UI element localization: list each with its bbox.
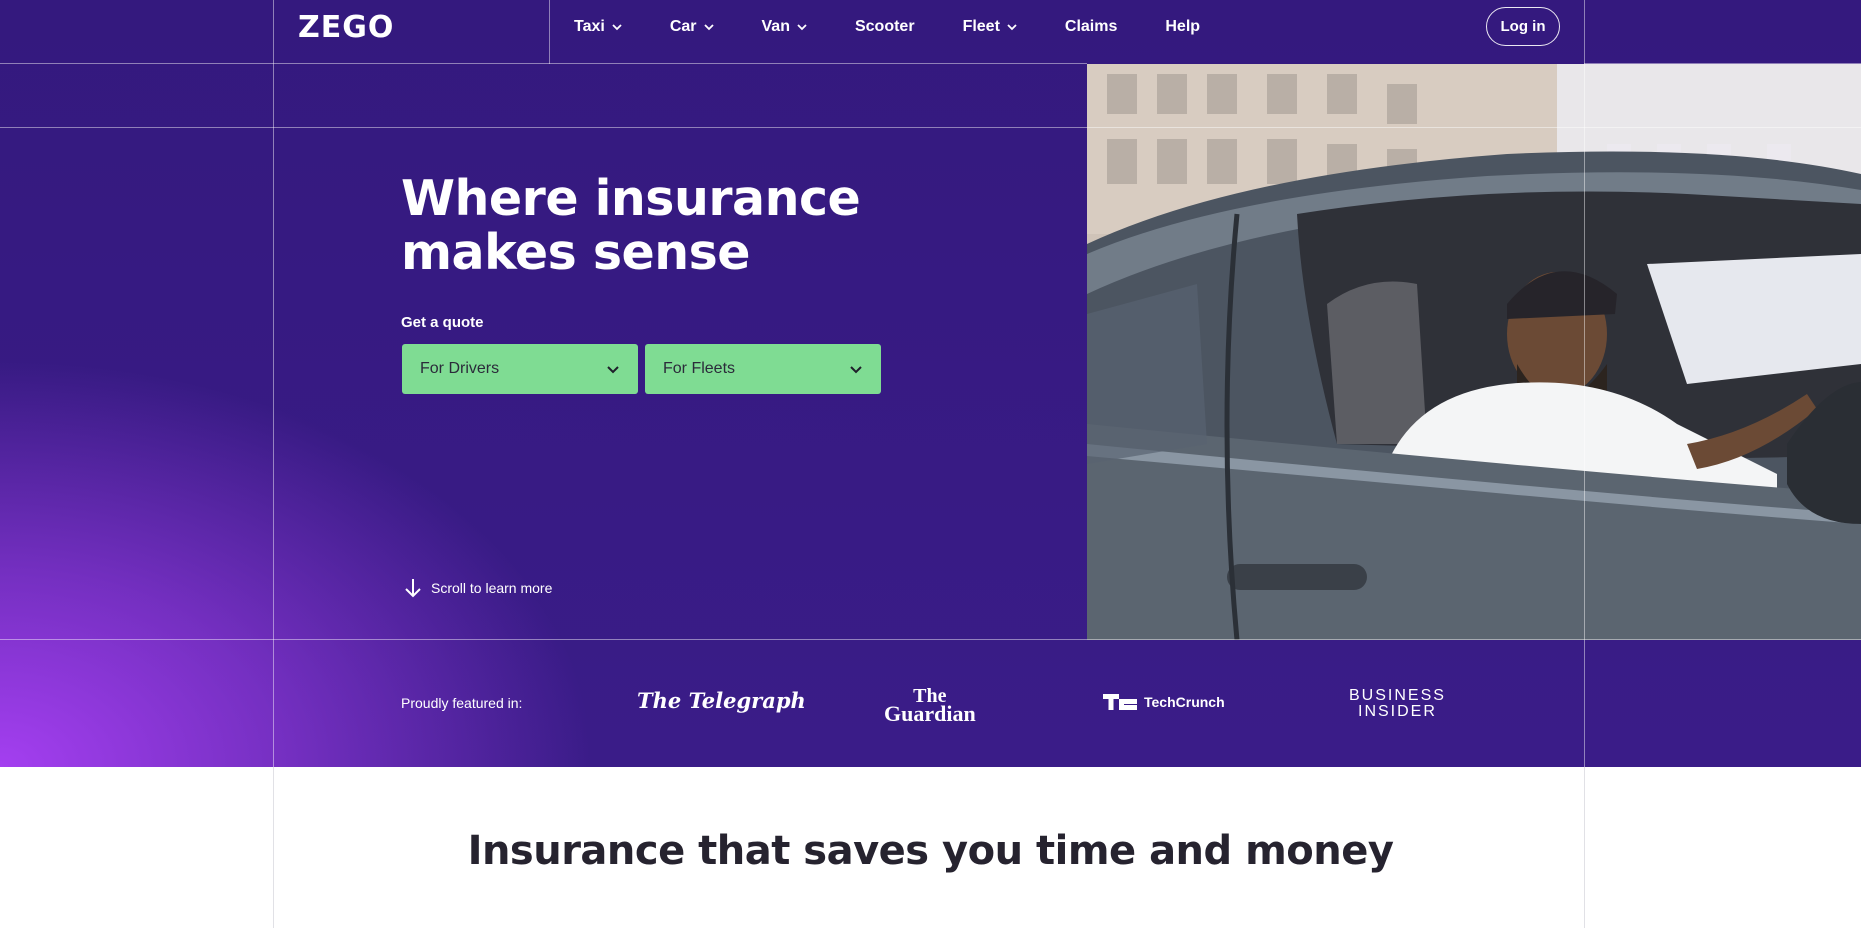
grid-line xyxy=(1584,0,1585,767)
grid-line xyxy=(549,0,550,64)
nav-item-van[interactable]: Van xyxy=(762,18,807,36)
hero-photo xyxy=(1087,64,1861,640)
nav-item-claims[interactable]: Claims xyxy=(1065,18,1117,36)
nav-label: Claims xyxy=(1064,17,1118,35)
arrow-down-icon xyxy=(405,579,421,598)
grid-line xyxy=(1584,63,1861,64)
quote-for-drivers-dropdown[interactable]: For Drivers xyxy=(402,344,638,394)
chevron-down-icon xyxy=(797,23,807,30)
hero-title-line2: makes sense xyxy=(401,224,751,281)
scroll-label: Scroll to learn more xyxy=(431,580,553,596)
business-insider-line2: INSIDER xyxy=(1358,703,1437,720)
quote-option-label: For Fleets xyxy=(663,360,736,377)
grid-line xyxy=(0,127,1861,128)
guardian-logo-line2: Guardian xyxy=(884,701,976,726)
nav-label: Car xyxy=(669,17,697,35)
featured-label: Proudly featured in: xyxy=(401,695,523,711)
guardian-logo: The Guardian xyxy=(884,686,976,726)
login-button[interactable]: Log in xyxy=(1486,7,1560,46)
chevron-down-icon xyxy=(850,366,862,374)
main-nav: Taxi Car Van Scooter Fleet Claims Help xyxy=(574,0,1248,53)
taxi-driver-photo xyxy=(1087,64,1861,640)
business-insider-logo: BUSINESS INSIDER xyxy=(1349,688,1446,720)
techcrunch-logo: TechCrunch xyxy=(1103,694,1225,710)
nav-item-help[interactable]: Help xyxy=(1165,18,1200,36)
logo-text: ZEGO xyxy=(298,9,395,45)
quote-for-fleets-dropdown[interactable]: For Fleets xyxy=(645,344,881,394)
get-quote-label: Get a quote xyxy=(401,314,484,331)
grid-line xyxy=(273,0,274,767)
nav-item-car[interactable]: Car xyxy=(670,18,714,36)
nav-label: Taxi xyxy=(574,17,605,35)
quote-option-label: For Drivers xyxy=(420,360,500,377)
telegraph-logo: The Telegraph xyxy=(637,688,806,713)
scroll-to-learn-more-link[interactable]: Scroll to learn more xyxy=(404,578,552,598)
chevron-down-icon xyxy=(1007,23,1017,30)
nav-label: Van xyxy=(761,17,790,35)
business-insider-line1: BUSINESS xyxy=(1349,687,1446,704)
hero-title-line1: Where insurance xyxy=(401,170,861,227)
chevron-down-icon xyxy=(607,366,619,374)
nav-item-scooter[interactable]: Scooter xyxy=(855,18,915,36)
nav-label: Help xyxy=(1165,17,1201,35)
techcrunch-logo-text: TechCrunch xyxy=(1144,694,1225,710)
nav-label: Fleet xyxy=(962,17,1000,35)
section-title: Insurance that saves you time and money xyxy=(467,828,1394,874)
chevron-down-icon xyxy=(703,23,714,30)
techcrunch-mark-icon xyxy=(1103,694,1137,710)
nav-label: Scooter xyxy=(854,17,915,35)
hero-title: Where insurance makes sense xyxy=(401,172,961,280)
grid-line xyxy=(0,639,1861,640)
zego-logo[interactable]: ZEGO xyxy=(298,9,395,45)
chevron-down-icon xyxy=(612,23,622,30)
nav-item-fleet[interactable]: Fleet xyxy=(963,18,1017,36)
nav-item-taxi[interactable]: Taxi xyxy=(574,18,622,36)
grid-line xyxy=(0,63,1087,64)
